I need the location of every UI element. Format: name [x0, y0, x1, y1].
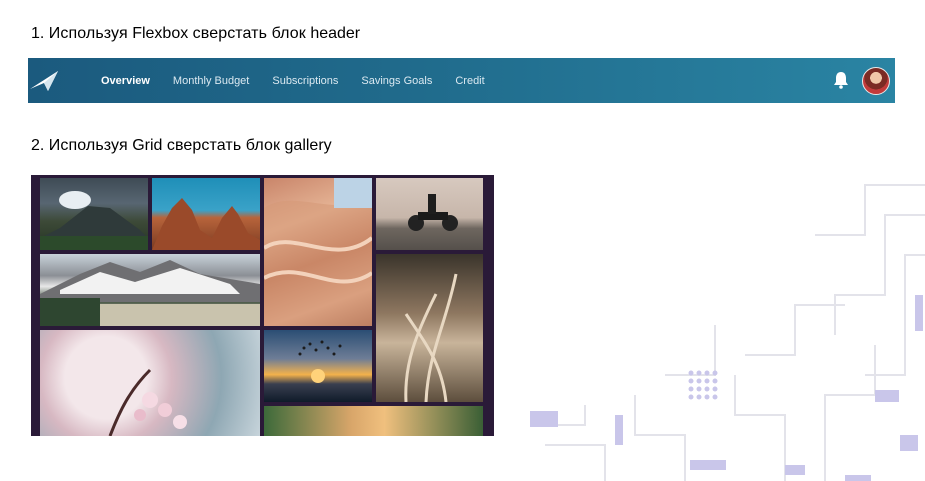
task-target: gallery [284, 137, 332, 154]
gallery-photo-motorcycle [376, 178, 483, 250]
task-lead: Используя [48, 137, 128, 154]
circuit-decoration [530, 184, 925, 481]
gallery-photo-red-rocks [152, 178, 260, 250]
gallery-photo-valley [264, 406, 483, 436]
main-nav: Overview Monthly Budget Subscriptions Sa… [101, 58, 508, 103]
nav-subscriptions[interactable]: Subscriptions [272, 75, 338, 87]
photo-gallery [31, 175, 494, 436]
task-1-heading: 1. Используя Flexbox сверстать блок head… [31, 25, 360, 43]
task-target: header [310, 25, 361, 42]
gallery-photo-birds-sunset [264, 330, 372, 402]
gallery-photo-mountain-lake [40, 254, 260, 326]
header-bar: Overview Monthly Budget Subscriptions Sa… [28, 58, 895, 103]
task-action: сверстать блок [166, 137, 281, 154]
gallery-photo-sandstone [264, 178, 372, 326]
bell-icon[interactable] [833, 71, 849, 89]
nav-overview[interactable]: Overview [101, 75, 150, 87]
gallery-photo-dry-grass [376, 254, 483, 402]
avatar[interactable] [862, 67, 890, 95]
nav-credit[interactable]: Credit [455, 75, 484, 87]
task-number: 1. [31, 25, 45, 42]
task-action: сверстать блок [192, 25, 306, 42]
task-tech: Grid [132, 137, 163, 154]
gallery-photo-volcano [40, 178, 148, 250]
paper-plane-logo-icon[interactable] [30, 69, 60, 93]
task-2-heading: 2. Используя Grid сверстать блок gallery [31, 137, 332, 155]
task-number: 2. [31, 137, 45, 154]
nav-monthly-budget[interactable]: Monthly Budget [173, 75, 249, 87]
nav-savings-goals[interactable]: Savings Goals [361, 75, 432, 87]
task-tech: Flexbox [132, 25, 189, 42]
task-lead: Используя [48, 25, 128, 42]
gallery-photo-cherry-blossoms [40, 330, 260, 436]
